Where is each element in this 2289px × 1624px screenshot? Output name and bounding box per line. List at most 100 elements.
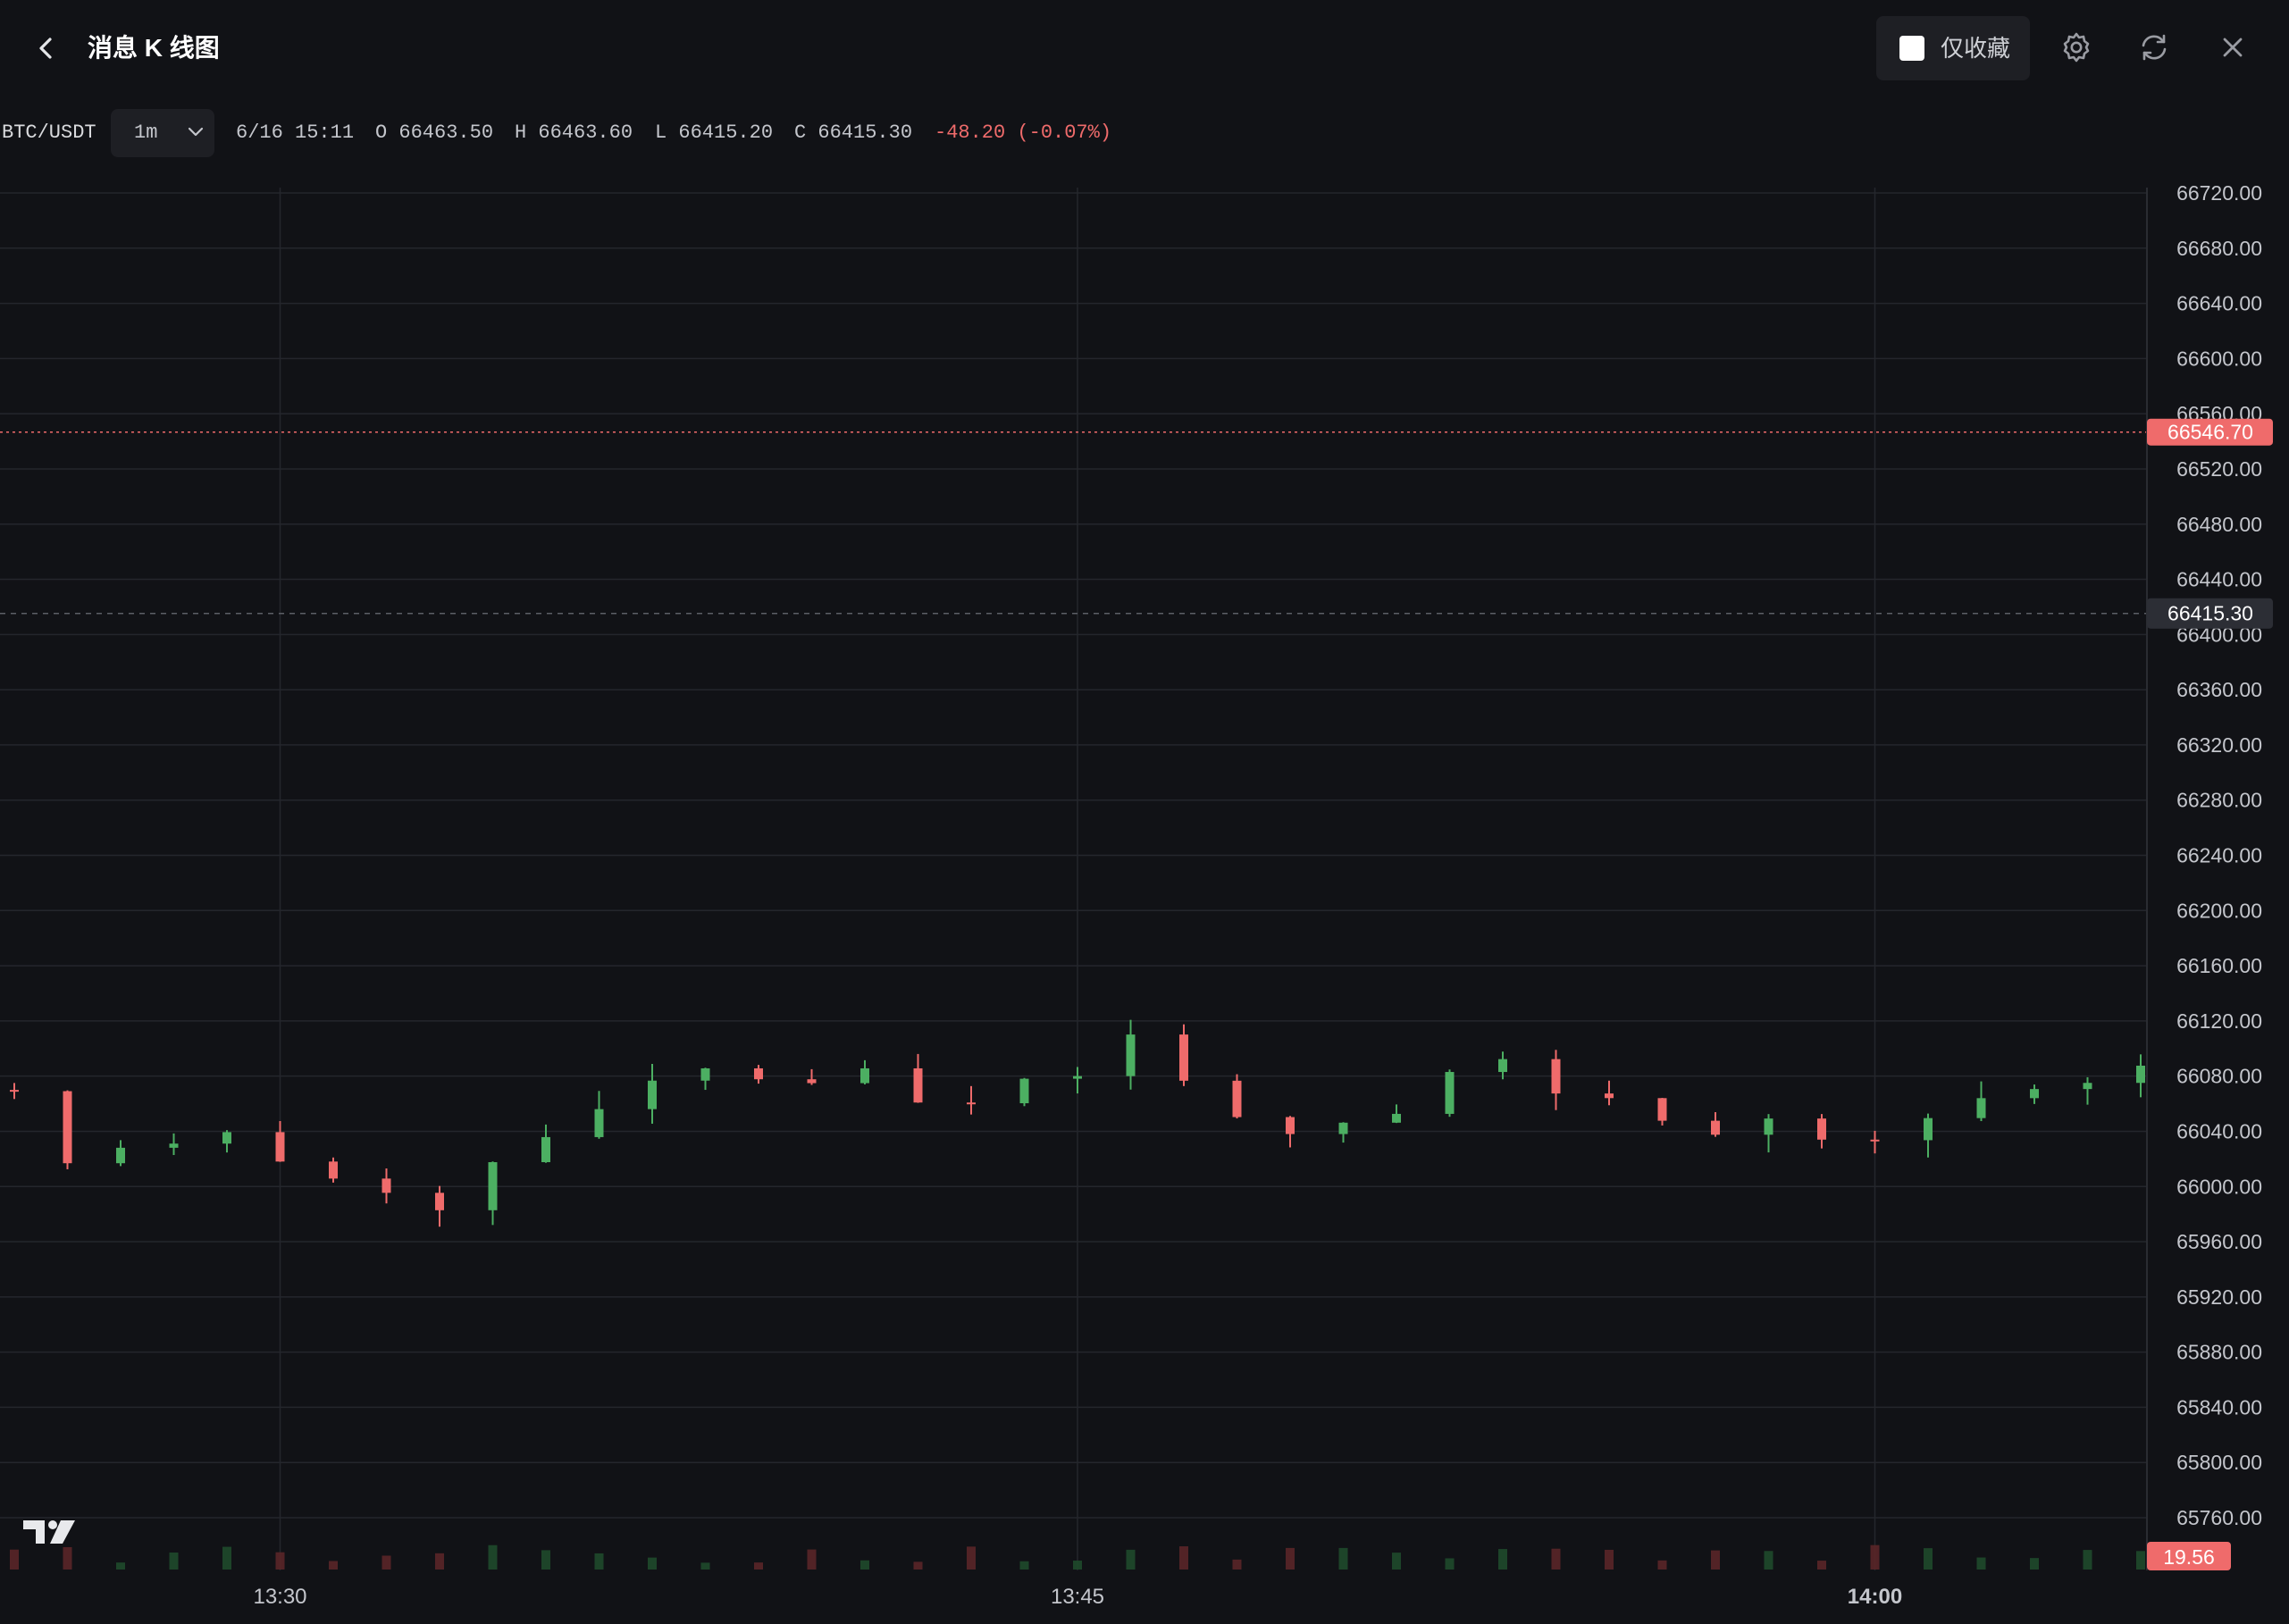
- price-axis-label: 66160.00: [2176, 954, 2262, 977]
- back-icon: [39, 38, 52, 59]
- price-axis-label: 66440.00: [2176, 568, 2262, 591]
- price-axis-label: 66560.00: [2176, 402, 2262, 425]
- volume-bar: [1019, 1561, 1029, 1570]
- volume-badge: [2147, 1542, 2231, 1570]
- candle: [2083, 1083, 2092, 1090]
- candle: [2030, 1089, 2039, 1099]
- candle: [116, 1147, 125, 1164]
- volume-bar: [1392, 1553, 1401, 1570]
- volume-bar: [541, 1550, 550, 1570]
- candle: [754, 1067, 763, 1080]
- volume-bar: [222, 1546, 231, 1570]
- ohlc-low: L 66415.20: [655, 121, 774, 144]
- favorites-only-toggle[interactable]: 仅收藏: [1876, 16, 2030, 80]
- volume-bar: [1445, 1558, 1455, 1570]
- candle: [1179, 1034, 1188, 1081]
- crosshair-price-badge: [2147, 598, 2273, 629]
- time-axis-label: 14:00: [1848, 1585, 1902, 1609]
- candle: [10, 1090, 19, 1092]
- candle: [488, 1161, 498, 1210]
- interval-select[interactable]: 1m: [111, 109, 214, 157]
- candle: [275, 1132, 285, 1162]
- favorites-label: 仅收藏: [1941, 35, 2011, 62]
- volume-bar: [1286, 1547, 1295, 1570]
- volume-bar: [2030, 1558, 2039, 1570]
- price-axis-label: 66520.00: [2176, 457, 2262, 481]
- back-button[interactable]: [27, 27, 66, 70]
- volume-bar: [913, 1561, 923, 1570]
- price-axis-label: 66720.00: [2176, 181, 2262, 205]
- candlestick-chart[interactable]: 66720.00 66680.00 66640.00 66600.00 66560.00…: [0, 0, 2289, 1624]
- price-axis-label: 66240.00: [2176, 844, 2262, 867]
- price-axis-label: 65800.00: [2176, 1451, 2262, 1474]
- price-axis-label: 66120.00: [2176, 1009, 2262, 1033]
- close-icon: [2223, 38, 2243, 57]
- volume-bar: [1232, 1559, 1242, 1570]
- close-button[interactable]: [2212, 27, 2253, 68]
- candle: [913, 1067, 923, 1103]
- volume-bar: [1338, 1547, 1348, 1570]
- candle: [594, 1109, 604, 1137]
- price-axis-label: 65880.00: [2176, 1341, 2262, 1364]
- volume-bar: [754, 1562, 763, 1570]
- volume-bar: [807, 1549, 817, 1570]
- price-axis-label: 66320.00: [2176, 733, 2262, 757]
- volume-label: 19.56: [2163, 1545, 2215, 1569]
- candle: [1976, 1098, 1986, 1118]
- candle: [1286, 1117, 1295, 1134]
- volume-bar: [10, 1549, 19, 1570]
- candle: [1019, 1078, 1029, 1104]
- price-axis-label: 66280.00: [2176, 789, 2262, 812]
- candle: [1817, 1118, 1826, 1140]
- candle: [967, 1102, 976, 1105]
- tradingview-logo-icon: [23, 1520, 75, 1544]
- candle: [1870, 1139, 1880, 1142]
- candle: [1657, 1098, 1667, 1121]
- candle: [1711, 1120, 1720, 1135]
- volume-bar: [1817, 1561, 1826, 1570]
- volume-bar: [1657, 1560, 1667, 1570]
- price-axis-label: 65960.00: [2176, 1230, 2262, 1253]
- price-axis-label: 65920.00: [2176, 1285, 2262, 1309]
- price-axis-label: 66360.00: [2176, 678, 2262, 701]
- volume-bar: [648, 1557, 657, 1570]
- price-axis-label: 66640.00: [2176, 292, 2262, 315]
- favorites-checkbox[interactable]: [1899, 36, 1924, 61]
- time-axis-label: 13:30: [253, 1585, 306, 1609]
- candle: [169, 1143, 179, 1148]
- volume-bar: [1605, 1549, 1614, 1570]
- candle: [1392, 1113, 1401, 1123]
- volume-bar: [594, 1553, 604, 1570]
- price-axis-label: 66000.00: [2176, 1175, 2262, 1198]
- candle: [860, 1067, 869, 1084]
- volume-bar: [116, 1562, 125, 1570]
- price-axis-label: 66480.00: [2176, 513, 2262, 536]
- ohlc-high: H 66463.60: [515, 121, 633, 144]
- price-axis-label: 66400.00: [2176, 623, 2262, 646]
- candle: [1126, 1034, 1136, 1076]
- candle: [700, 1067, 710, 1081]
- volume-bar: [1924, 1548, 1933, 1570]
- candle: [2136, 1065, 2145, 1084]
- candle: [1073, 1076, 1082, 1079]
- volume-bar: [169, 1552, 179, 1570]
- candle: [541, 1136, 550, 1162]
- price-axis-label: 66680.00: [2176, 237, 2262, 260]
- price-axis-label: 65840.00: [2176, 1395, 2262, 1419]
- volume-bar: [63, 1546, 72, 1570]
- candle: [1445, 1072, 1455, 1114]
- volume-bar: [1126, 1549, 1136, 1570]
- volume-bar: [1870, 1544, 1880, 1570]
- refresh-button[interactable]: [2134, 27, 2175, 68]
- volume-bar: [435, 1553, 444, 1570]
- volume-bar: [1551, 1548, 1561, 1570]
- candle: [1551, 1059, 1561, 1094]
- volume-bar: [1498, 1549, 1507, 1570]
- last-price-badge: [2147, 418, 2273, 446]
- volume-bar: [1711, 1550, 1720, 1570]
- volume-bar: [967, 1546, 976, 1570]
- settings-icon: [2063, 32, 2090, 63]
- ohlc-datetime: 6/16 15:11: [236, 121, 355, 144]
- volume-bar: [700, 1562, 710, 1570]
- settings-button[interactable]: [2056, 27, 2097, 68]
